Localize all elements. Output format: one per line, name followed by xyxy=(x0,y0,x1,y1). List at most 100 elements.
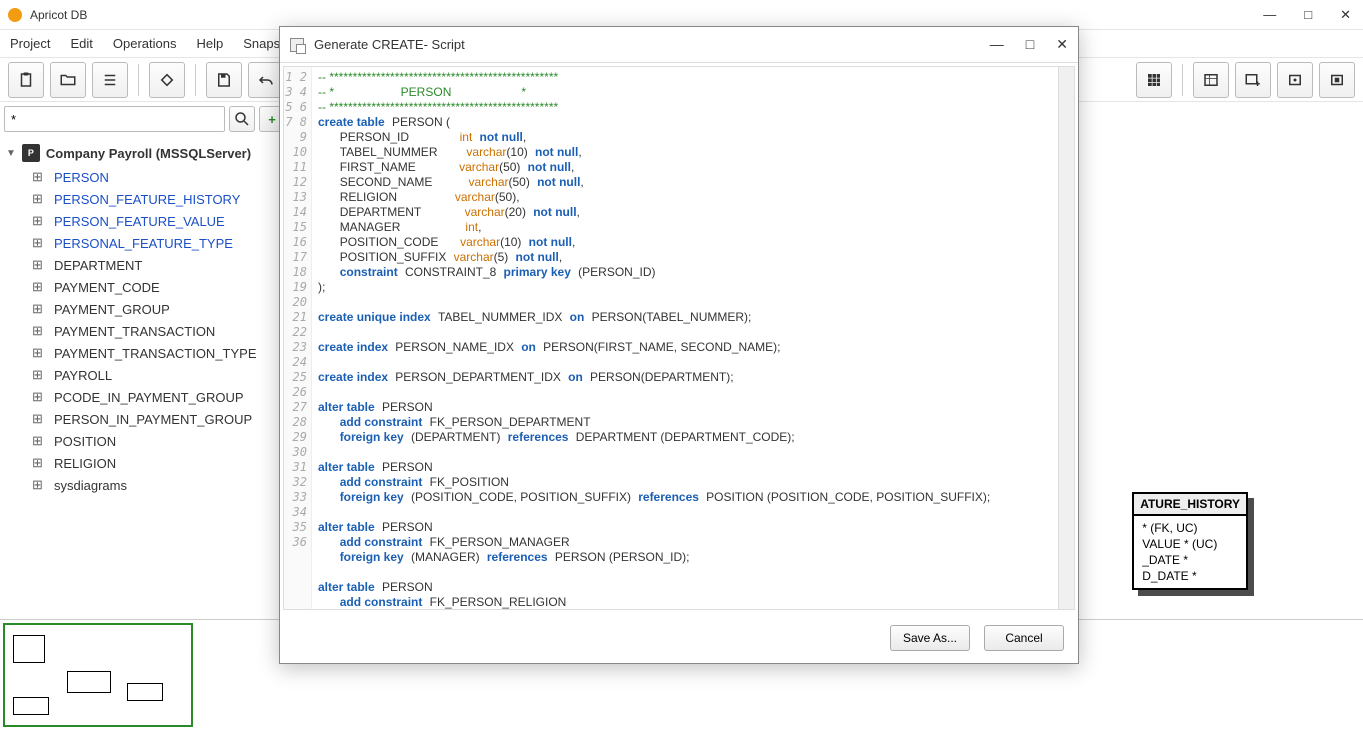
maximize-button[interactable]: □ xyxy=(1304,7,1312,23)
minimap[interactable] xyxy=(3,623,193,727)
toolbar-btn-add-table[interactable] xyxy=(1235,62,1271,98)
table-icon: ⊞ xyxy=(32,279,48,295)
tree-table-item[interactable]: ⊞ sysdiagrams xyxy=(6,474,283,496)
card2-icon xyxy=(1328,71,1346,89)
dialog-minimize-button[interactable]: — xyxy=(990,36,1004,53)
tree-table-item[interactable]: ⊞DEPARTMENT xyxy=(6,254,283,276)
tree-table-label: PERSON_FEATURE_HISTORY xyxy=(54,192,240,207)
generate-script-dialog: Generate CREATE- Script — □ ✕ 1 2 3 4 5 … xyxy=(279,26,1079,664)
clipboard-icon xyxy=(17,71,35,89)
table-icon: ⊞ xyxy=(32,323,48,339)
search-icon xyxy=(233,110,251,128)
tree-table-item[interactable]: ⊞ PERSON xyxy=(6,166,283,188)
tree-table-label: PERSON_IN_PAYMENT_GROUP xyxy=(54,412,252,427)
toolbar-btn-open[interactable] xyxy=(50,62,86,98)
dialog-titlebar[interactable]: Generate CREATE- Script — □ ✕ xyxy=(280,27,1078,63)
toolbar-separator xyxy=(138,64,139,96)
toolbar-btn-view1[interactable] xyxy=(1277,62,1313,98)
grid-icon xyxy=(1145,71,1163,89)
database-icon: P xyxy=(22,144,40,162)
toolbar-btn-save[interactable] xyxy=(206,62,242,98)
tree-table-label: PAYROLL xyxy=(54,368,112,383)
search-input[interactable] xyxy=(4,106,225,132)
tree-table-item[interactable]: ⊞ PAYMENT_TRANSACTION xyxy=(6,320,283,342)
menu-help[interactable]: Help xyxy=(196,36,223,51)
db-tree[interactable]: ▼ P Company Payroll (MSSQLServer) ⊞PERSO… xyxy=(0,136,289,500)
entity-row: _DATE * xyxy=(1138,552,1242,568)
save-icon xyxy=(215,71,233,89)
tree-table-item[interactable]: ⊞PAYMENT_CODE xyxy=(6,276,283,298)
tree-table-label: sysdiagrams xyxy=(54,478,127,493)
list-icon xyxy=(101,71,119,89)
save-as-button[interactable]: Save As... xyxy=(890,625,970,651)
dialog-close-button[interactable]: ✕ xyxy=(1056,36,1068,53)
table-add-icon xyxy=(1244,71,1262,89)
db-label: Company Payroll (MSSQLServer) xyxy=(46,146,251,161)
minimap-box xyxy=(13,635,45,663)
entity-card[interactable]: ATURE_HISTORY * (FK, UC) VALUE * (UC) _D… xyxy=(1132,492,1248,590)
dialog-footer: Save As... Cancel xyxy=(280,613,1078,663)
tree-table-item[interactable]: ⊞PERSON_FEATURE_VALUE xyxy=(6,210,283,232)
tree-table-label: PERSON xyxy=(54,170,109,185)
collapse-icon[interactable]: ▼ xyxy=(6,148,16,159)
tree-table-label: PAYMENT_TRANSACTION_TYPE xyxy=(54,346,257,361)
table-icon: ⊞ xyxy=(32,169,48,185)
toolbar-btn-new[interactable] xyxy=(8,62,44,98)
table-icon: ⊞ xyxy=(32,235,48,251)
plus-icon: + xyxy=(268,112,276,127)
entity-title: ATURE_HISTORY xyxy=(1134,494,1246,516)
folder-icon xyxy=(59,71,77,89)
code-editor[interactable]: -- *************************************… xyxy=(312,67,1058,609)
tree-table-item[interactable]: ⊞PERSON_IN_PAYMENT_GROUP xyxy=(6,408,283,430)
table-icon: ⊞ xyxy=(32,477,48,493)
card-icon xyxy=(1286,71,1304,89)
tree-table-label: RELIGION xyxy=(54,456,116,471)
menu-operations[interactable]: Operations xyxy=(113,36,177,51)
table-icon: ⊞ xyxy=(32,433,48,449)
scrollbar-vertical[interactable] xyxy=(1058,67,1074,609)
toolbar-btn-list[interactable] xyxy=(92,62,128,98)
table-icon: ⊞ xyxy=(32,213,48,229)
toolbar-separator xyxy=(195,64,196,96)
tree-table-label: DEPARTMENT xyxy=(54,258,142,273)
dialog-icon xyxy=(290,38,304,52)
tree-table-item[interactable]: ⊞ RELIGION xyxy=(6,452,283,474)
cancel-button[interactable]: Cancel xyxy=(984,625,1064,651)
minimap-box xyxy=(127,683,163,701)
tree-table-label: PAYMENT_GROUP xyxy=(54,302,170,317)
table-icon: ⊞ xyxy=(32,455,48,471)
menu-project[interactable]: Project xyxy=(10,36,50,51)
tree-table-item[interactable]: ⊞PAYROLL xyxy=(6,364,283,386)
table-icon: ⊞ xyxy=(32,191,48,207)
db-node[interactable]: ▼ P Company Payroll (MSSQLServer) xyxy=(6,140,283,166)
undo-icon xyxy=(257,71,275,89)
toolbar-btn-reverse[interactable] xyxy=(149,62,185,98)
dialog-maximize-button[interactable]: □ xyxy=(1026,36,1034,53)
toolbar-btn-view2[interactable] xyxy=(1319,62,1355,98)
tree-table-item[interactable]: ⊞PERSONAL_FEATURE_TYPE xyxy=(6,232,283,254)
minimize-button[interactable]: — xyxy=(1263,7,1276,23)
menu-edit[interactable]: Edit xyxy=(70,36,92,51)
table-icon: ⊞ xyxy=(32,301,48,317)
tree-table-item[interactable]: ⊞PAYMENT_TRANSACTION_TYPE xyxy=(6,342,283,364)
entity-body: * (FK, UC) VALUE * (UC) _DATE * D_DATE * xyxy=(1134,516,1246,588)
tree-table-item[interactable]: ⊞ PERSON_FEATURE_HISTORY xyxy=(6,188,283,210)
search-row: + xyxy=(0,102,289,136)
entity-row: * (FK, UC) xyxy=(1138,520,1242,536)
sidebar: + ▼ P Company Payroll (MSSQLServer) ⊞PER… xyxy=(0,102,290,619)
toolbar-btn-table[interactable] xyxy=(1193,62,1229,98)
tree-table-item[interactable]: ⊞ POSITION xyxy=(6,430,283,452)
tree-table-item[interactable]: ⊞PCODE_IN_PAYMENT_GROUP xyxy=(6,386,283,408)
diamond-icon xyxy=(158,71,176,89)
entity-row: D_DATE * xyxy=(1138,568,1242,584)
tree-table-label: PCODE_IN_PAYMENT_GROUP xyxy=(54,390,244,405)
tree-table-item[interactable]: ⊞ PAYMENT_GROUP xyxy=(6,298,283,320)
tree-table-label: PAYMENT_TRANSACTION xyxy=(54,324,215,339)
minimap-box xyxy=(67,671,111,693)
close-button[interactable]: ✕ xyxy=(1340,7,1351,23)
tree-table-label: POSITION xyxy=(54,434,116,449)
dialog-title: Generate CREATE- Script xyxy=(314,37,465,52)
search-button[interactable] xyxy=(229,106,255,132)
toolbar-btn-grid[interactable] xyxy=(1136,62,1172,98)
toolbar-separator xyxy=(1182,64,1183,96)
